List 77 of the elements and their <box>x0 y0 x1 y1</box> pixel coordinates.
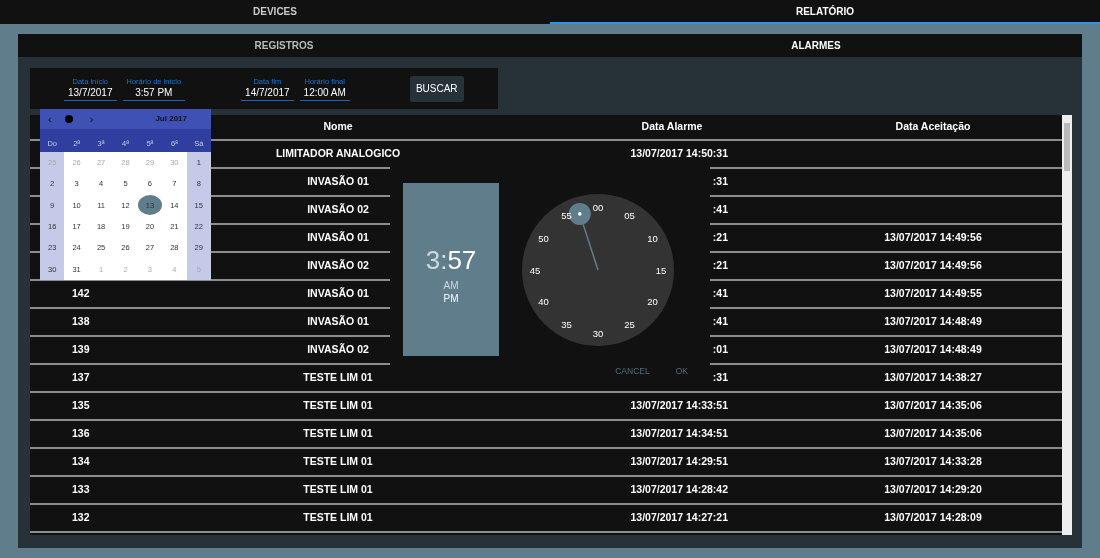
table-cell: 13/07/2017 14:33:28 <box>884 455 982 468</box>
clock-number: 00 <box>592 201 604 213</box>
column-header: Data Alarme <box>641 120 703 133</box>
time-separator: : <box>440 244 448 275</box>
month-title: Jul 2017 <box>155 113 187 125</box>
table-cell: 13/07/2017 14:29:20 <box>884 483 982 496</box>
field-value: 12:00 AM <box>303 85 346 99</box>
table-cell: :01 <box>712 343 728 356</box>
table-cell: 136 <box>72 427 90 440</box>
table-cell: 142 <box>72 287 90 300</box>
table-cell: :21 <box>712 231 728 244</box>
clock-number: 45 <box>529 264 541 276</box>
table-cell: 13/07/2017 14:48:49 <box>884 343 982 356</box>
clock-number: 55 <box>561 209 572 221</box>
table-cell: 132 <box>72 511 90 524</box>
table-cell: 13/07/2017 14:50:31 <box>630 147 728 160</box>
clock-number: 40 <box>538 296 549 307</box>
clock-number: 15 <box>655 264 667 276</box>
table-cell: INVASÃO 01 <box>307 315 369 328</box>
table-cell: 13/07/2017 14:35:06 <box>884 427 982 440</box>
table-cell: 135 <box>72 399 90 412</box>
field-value: 3:57 PM <box>135 85 173 99</box>
minute-value[interactable]: 57 <box>447 244 477 275</box>
table-cell: TESTE LIM 01 <box>303 371 373 384</box>
scrollbar-thumb[interactable] <box>1064 123 1070 171</box>
period-option[interactable]: PM <box>443 291 459 305</box>
table-cell: 137 <box>72 371 90 384</box>
table-cell: LIMITADOR ANALOGICO <box>275 147 401 160</box>
cancel-button[interactable]: CANCEL <box>615 365 650 378</box>
clock-number: 05 <box>624 209 635 221</box>
table-cell: 13/07/2017 14:33:51 <box>630 399 728 412</box>
table-cell: INVASÃO 01 <box>307 175 369 188</box>
table-cell: 13/07/2017 14:34:51 <box>630 427 728 440</box>
table-cell: :41 <box>712 287 728 300</box>
scrollbar[interactable] <box>1062 115 1072 535</box>
table-cell: 134 <box>72 455 90 468</box>
table-cell: INVASÃO 02 <box>307 203 369 216</box>
table-cell: :31 <box>712 175 728 188</box>
table-cell: 138 <box>72 315 90 328</box>
table-cell: 13/07/2017 14:49:56 <box>884 259 982 272</box>
column-header: Data Aceitação <box>895 120 971 133</box>
table-cell: INVASÃO 02 <box>307 343 369 356</box>
table-cell: 13/07/2017 14:49:56 <box>884 231 982 244</box>
table-cell: 133 <box>72 483 90 496</box>
column-header: Nome <box>323 120 353 133</box>
table-cell: :31 <box>712 371 728 384</box>
table-cell: TESTE LIM 01 <box>303 427 373 440</box>
clock-number: 35 <box>561 319 572 331</box>
clock-number: 10 <box>647 233 658 244</box>
table-cell: :41 <box>712 315 728 328</box>
table-cell: INVASÃO 01 <box>307 231 369 244</box>
table-cell: 13/07/2017 14:28:42 <box>630 483 728 496</box>
table-cell: 13/07/2017 14:49:55 <box>884 287 982 300</box>
table-cell: TESTE LIM 01 <box>303 399 373 412</box>
clock-number: 50 <box>538 233 549 244</box>
table-cell: 13/07/2017 14:29:51 <box>630 455 728 468</box>
table-cell: 13/07/2017 14:27:21 <box>630 511 728 524</box>
table-cell: 13/07/2017 14:35:06 <box>884 399 982 412</box>
clock-number: 25 <box>624 319 635 331</box>
table-cell: TESTE LIM 01 <box>303 455 373 468</box>
search-button[interactable]: BUSCAR <box>409 75 464 102</box>
table-cell: 13/07/2017 14:48:49 <box>884 315 982 328</box>
table-cell: TESTE LIM 01 <box>303 483 373 496</box>
field-value: 13/7/2017 <box>68 85 113 99</box>
table-cell: :41 <box>712 203 728 216</box>
field-value: 14/7/2017 <box>245 85 290 99</box>
clock-number: 20 <box>647 296 658 307</box>
table-cell: 13/07/2017 14:38:27 <box>884 371 982 384</box>
table-cell: :21 <box>712 259 728 272</box>
dot-icon[interactable] <box>64 115 73 123</box>
table-cell: 139 <box>72 343 90 356</box>
clock-number: 30 <box>592 327 604 339</box>
table-cell: TESTE LIM 01 <box>303 511 373 524</box>
table-cell: INVASÃO 02 <box>307 259 369 272</box>
ok-button[interactable]: OK <box>675 365 688 378</box>
table-cell: INVASÃO 01 <box>307 287 369 300</box>
table-cell: 13/07/2017 14:28:09 <box>884 511 982 524</box>
